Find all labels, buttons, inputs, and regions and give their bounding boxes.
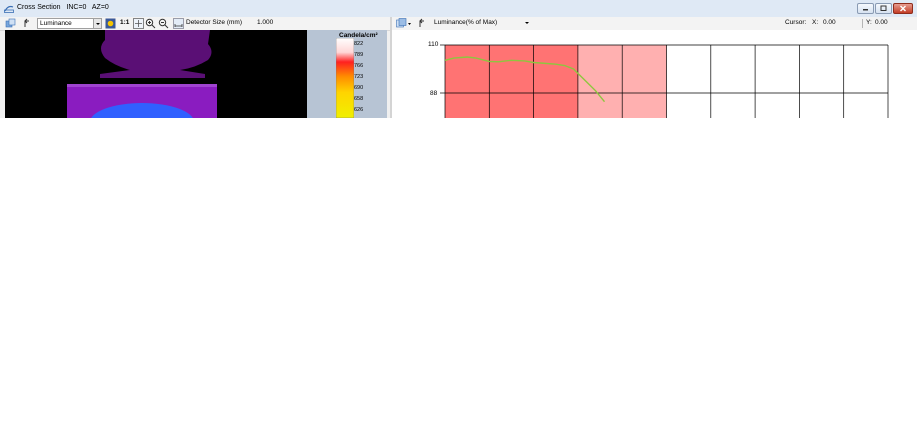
minimize-button[interactable] (857, 3, 874, 14)
cursor-x-value: 0.00 (823, 19, 836, 26)
title-bar: Cross Section INC=0 AZ=0 (0, 0, 917, 18)
luminance-map (67, 30, 217, 118)
legend-tick: 690 (354, 85, 364, 91)
display-icon[interactable] (105, 18, 116, 29)
close-button[interactable] (893, 3, 913, 14)
cursor-x-label: X: (812, 19, 819, 26)
detector-size-value[interactable]: 1.000 (257, 19, 273, 26)
line-chart[interactable] (392, 30, 917, 118)
mode-select[interactable]: Luminance(% of Max) (432, 18, 532, 29)
chevron-down-icon (525, 22, 529, 24)
maximize-icon (880, 5, 887, 11)
cursor-y-value: 0.00 (875, 19, 888, 26)
cursor-y-label: Y: (866, 19, 872, 26)
y-tick-label: 110 (428, 41, 439, 48)
cursor-label: Cursor: (785, 19, 807, 26)
image-toolbar: Luminance 1:1 Detector Size (mm) 1.000 (0, 17, 390, 31)
legend-tick: 766 (354, 63, 364, 69)
one-to-one-button[interactable]: 1:1 (120, 19, 129, 26)
close-icon (900, 5, 906, 12)
y-tick-label: 88 (430, 90, 438, 97)
copy-dropdown-icon[interactable] (396, 18, 412, 29)
color-bar (336, 38, 354, 118)
fit-icon[interactable] (133, 18, 144, 29)
export-icon[interactable] (5, 18, 16, 29)
detector-size-icon[interactable] (173, 18, 184, 29)
mode-select-value: Luminance(% of Max) (434, 19, 498, 26)
legend-tick: 626 (354, 107, 364, 113)
view-select-value: Luminance (40, 20, 72, 27)
view-select[interactable]: Luminance (37, 18, 102, 29)
window-title: Cross Section INC=0 AZ=0 (17, 4, 109, 11)
minimize-icon (863, 9, 868, 11)
chevron-down-icon (93, 19, 101, 28)
shaded-band (445, 45, 578, 118)
legend-tick: 822 (354, 41, 364, 47)
luminance-image[interactable] (5, 30, 307, 118)
legend-tick: 723 (354, 74, 364, 80)
cross-section-window: Cross Section INC=0 AZ=0 Luminance 1:1 D… (0, 0, 917, 118)
chart-toolbar: Luminance(% of Max) Cursor: X: 0.00 Y: 0… (392, 17, 917, 31)
undo-icon[interactable] (417, 18, 428, 29)
zoom-out-icon[interactable] (158, 18, 169, 29)
legend-tick: 658 (354, 96, 364, 102)
app-icon (4, 5, 14, 13)
detector-size-label: Detector Size (mm) (186, 19, 242, 26)
maximize-button[interactable] (875, 3, 892, 14)
zoom-in-icon[interactable] (145, 18, 156, 29)
undo-icon[interactable] (22, 18, 33, 29)
toolbar-separator (862, 19, 863, 28)
legend-tick: 789 (354, 52, 364, 58)
